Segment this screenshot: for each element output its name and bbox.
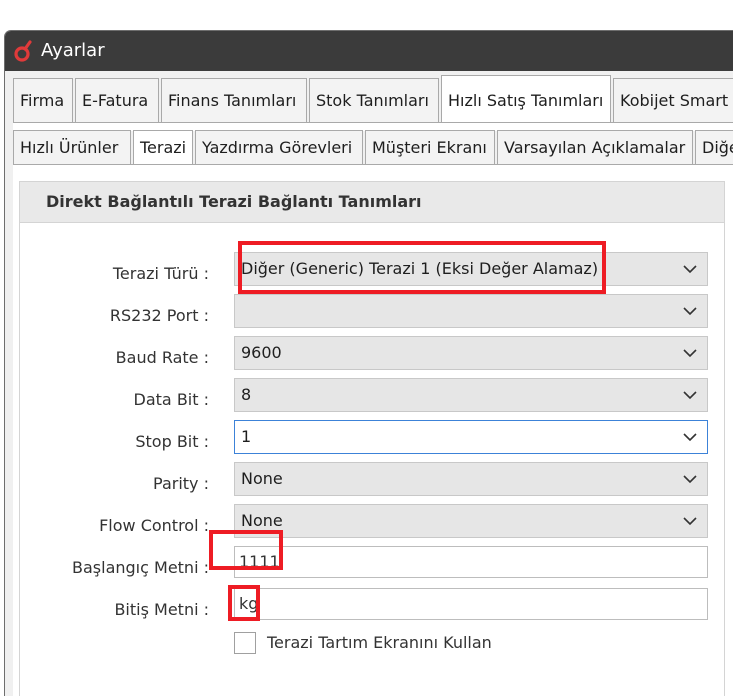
scale-type-select[interactable]: Diğer (Generic) Terazi 1 (Eksi Değer Ala…: [234, 252, 708, 286]
start-text-input[interactable]: 1111: [234, 546, 708, 578]
chevron-down-icon: [683, 265, 697, 274]
flow-control-value: None: [241, 511, 283, 530]
use-scale-screen-label: Terazi Tartım Ekranını Kullan: [267, 633, 492, 652]
tab-e-fatura[interactable]: E-Fatura: [75, 78, 159, 122]
tab-finans-tanimlari[interactable]: Finans Tanımları: [161, 78, 307, 122]
tab-hizli-satis-tanimlari[interactable]: Hızlı Satış Tanımları: [441, 75, 611, 122]
end-text-label: Bitiş Metni :: [114, 600, 209, 619]
start-text-label: Başlangıç Metni :: [72, 558, 209, 577]
data-bit-label: Data Bit :: [133, 390, 209, 409]
subtab-varsayilan-aciklamalar[interactable]: Varsayılan Açıklamalar: [497, 130, 693, 164]
start-text-value: 1111: [239, 552, 280, 571]
rs232-port-label: RS232 Port :: [109, 306, 209, 325]
subtab-yazdirma-gorevleri[interactable]: Yazdırma Görevleri: [195, 130, 363, 164]
group-title: Direkt Bağlantılı Terazi Bağlantı Tanıml…: [20, 182, 724, 223]
end-text-value: kg: [239, 594, 259, 613]
data-bit-select[interactable]: 8: [234, 378, 708, 412]
baud-rate-label: Baud Rate :: [115, 348, 209, 367]
title-bar[interactable]: Ayarlar: [5, 31, 733, 71]
chevron-down-icon: [683, 349, 697, 358]
app-logo-icon: [14, 40, 32, 62]
chevron-down-icon: [683, 475, 697, 484]
parity-value: None: [241, 469, 283, 488]
parity-label: Parity :: [153, 474, 209, 493]
settings-window: Ayarlar Firma E-Fatura Finans Tanımları …: [4, 30, 733, 696]
stop-bit-label: Stop Bit :: [135, 432, 209, 451]
data-bit-value: 8: [241, 385, 252, 404]
stop-bit-value: 1: [241, 427, 252, 446]
flow-control-label: Flow Control :: [99, 516, 209, 535]
chevron-down-icon: [683, 517, 697, 526]
chevron-down-icon: [683, 307, 697, 316]
terazi-panel: Direkt Bağlantılı Terazi Bağlantı Tanıml…: [13, 164, 733, 696]
chevron-down-icon: [683, 391, 697, 400]
subtab-diger[interactable]: Diğer: [695, 130, 733, 164]
stop-bit-select[interactable]: 1: [234, 420, 708, 454]
tab-stok-tanimlari[interactable]: Stok Tanımları: [309, 78, 439, 122]
baud-rate-select[interactable]: 9600: [234, 336, 708, 370]
flow-control-select[interactable]: None: [234, 504, 708, 538]
baud-rate-value: 9600: [241, 343, 282, 362]
end-text-input[interactable]: kg: [234, 588, 708, 620]
tab-kobijet-smart[interactable]: Kobijet Smart: [613, 78, 733, 122]
rs232-port-select[interactable]: [234, 294, 708, 328]
window-title: Ayarlar: [41, 40, 105, 61]
subtab-hizli-urunler[interactable]: Hızlı Ürünler: [13, 130, 131, 164]
subtab-musteri-ekrani[interactable]: Müşteri Ekranı: [365, 130, 495, 164]
scale-type-value: Diğer (Generic) Terazi 1 (Eksi Değer Ala…: [241, 259, 599, 278]
scale-type-label: Terazi Türü :: [112, 264, 209, 283]
use-scale-screen-checkbox[interactable]: [234, 632, 256, 654]
chevron-down-icon: [683, 433, 697, 442]
parity-select[interactable]: None: [234, 462, 708, 496]
subtab-terazi[interactable]: Terazi: [133, 130, 193, 164]
scale-connection-group: Direkt Bağlantılı Terazi Bağlantı Tanıml…: [19, 181, 725, 696]
tab-firma[interactable]: Firma: [13, 78, 73, 122]
